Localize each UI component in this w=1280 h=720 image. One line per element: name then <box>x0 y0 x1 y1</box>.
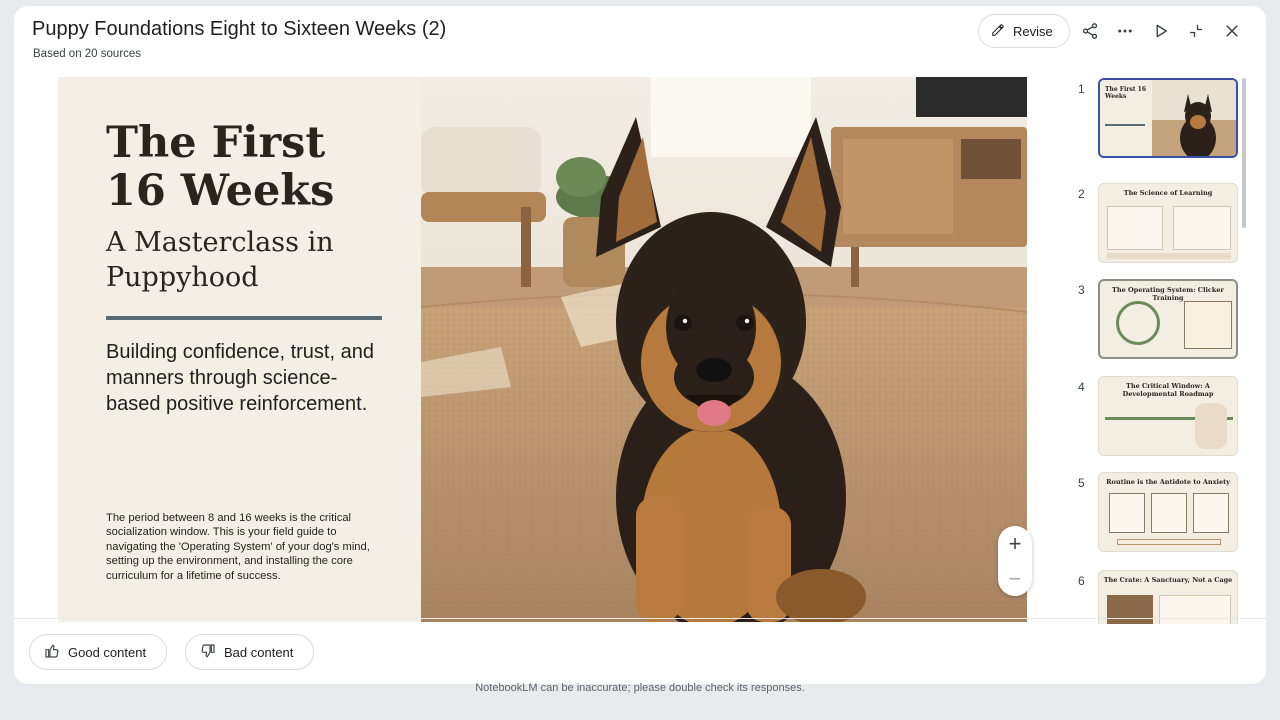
footer-divider <box>14 618 1266 619</box>
thumbnail-title: The Critical Window: A Developmental Roa… <box>1122 382 1214 398</box>
play-icon[interactable] <box>1149 19 1173 43</box>
thumb-rules-panel <box>1159 595 1231 624</box>
page-title: Puppy Foundations Eight to Sixteen Weeks… <box>32 18 447 40</box>
slide-lead-text: Building confidence, trust, and manners … <box>106 341 374 415</box>
thumb-card-3 <box>1193 493 1229 533</box>
slide-thumbnail-list[interactable]: 1 The First 16 Weeks 2 The Science of Le… <box>1074 76 1264 624</box>
thumbnail-number: 4 <box>1078 380 1085 394</box>
slide-viewer-dialog: Puppy Foundations Eight to Sixteen Weeks… <box>14 6 1266 684</box>
thumb-quote <box>1117 539 1221 545</box>
thumbnail-number: 2 <box>1078 187 1085 201</box>
slide-text-panel: The First 16 Weeks A Masterclass in Pupp… <box>58 77 421 622</box>
thumbnail-number: 3 <box>1078 283 1085 297</box>
thumbnail-slide-1[interactable]: The First 16 Weeks <box>1098 78 1238 158</box>
thumbnail-slide-4[interactable]: The Critical Window: A Developmental Roa… <box>1098 376 1238 456</box>
slide-subtitle: A Masterclass in Puppyhood <box>106 227 334 293</box>
thumbnail-title: The First 16 Weeks <box>1105 86 1147 100</box>
bad-content-label: Bad content <box>224 644 294 660</box>
collapse-icon[interactable] <box>1184 19 1208 43</box>
thumbnail-number: 6 <box>1078 574 1085 588</box>
divider <box>106 316 382 320</box>
thumb-puppy-photo <box>1195 403 1227 449</box>
thumb-card-2 <box>1151 493 1187 533</box>
thumbnail-number: 1 <box>1078 82 1085 96</box>
sources-count: Based on 20 sources <box>33 48 142 60</box>
close-icon[interactable] <box>1220 19 1244 43</box>
good-content-button[interactable]: Good content <box>29 634 168 670</box>
thumbnail-number: 5 <box>1078 476 1085 490</box>
thumbnail-slide-3[interactable]: The Operating System: Clicker Training <box>1098 279 1238 359</box>
current-slide: The First 16 Weeks A Masterclass in Pupp… <box>58 77 1027 622</box>
thumb-panel-left <box>1107 206 1163 250</box>
more-icon[interactable] <box>1113 19 1137 43</box>
pencil-icon <box>991 23 1005 40</box>
thumbnail-slide-2[interactable]: The Science of Learning <box>1098 183 1238 263</box>
slide-title: The First 16 Weeks <box>106 118 335 216</box>
good-content-label: Good content <box>68 644 147 660</box>
disclaimer-text: NotebookLM can be inaccurate; please dou… <box>475 682 805 694</box>
thumb-feedback-loop <box>1116 301 1160 345</box>
zoom-controls: + − <box>998 526 1032 596</box>
zoom-out-button[interactable]: − <box>1009 567 1022 590</box>
thumb-rule <box>1105 124 1145 126</box>
slide-body-text: The period between 8 and 16 weeks is the… <box>106 512 370 582</box>
zoom-in-button[interactable]: + <box>1009 532 1022 555</box>
thumb-crate-photo <box>1107 595 1153 624</box>
thumbnail-title: The Crate: A Sanctuary, Not a Cage <box>1103 576 1233 584</box>
thumbs-up-icon <box>44 643 60 662</box>
thumbnail-title: The Science of Learning <box>1123 189 1213 197</box>
thumb-panel-right <box>1173 206 1231 250</box>
thumbnail-slide-5[interactable]: Routine is the Antidote to Anxiety <box>1098 472 1238 552</box>
thumb-card-1 <box>1109 493 1145 533</box>
puppy-photo <box>421 77 1027 622</box>
revise-label: Revise <box>1013 23 1053 39</box>
thumb-callout <box>1184 301 1232 349</box>
thumb-puppy-photo <box>1152 80 1236 156</box>
thumb-key-insight-bar <box>1107 253 1231 259</box>
revise-button[interactable]: Revise <box>978 14 1070 48</box>
thumbs-down-icon <box>200 643 216 662</box>
thumbnail-scrollbar[interactable] <box>1242 78 1246 228</box>
share-icon[interactable] <box>1078 19 1102 43</box>
bad-content-button[interactable]: Bad content <box>185 634 315 670</box>
thumbnail-title: The Operating System: Clicker Training <box>1112 286 1224 302</box>
thumbnail-title: Routine is the Antidote to Anxiety <box>1106 478 1230 486</box>
thumbnail-slide-6[interactable]: The Crate: A Sanctuary, Not a Cage <box>1098 570 1238 624</box>
